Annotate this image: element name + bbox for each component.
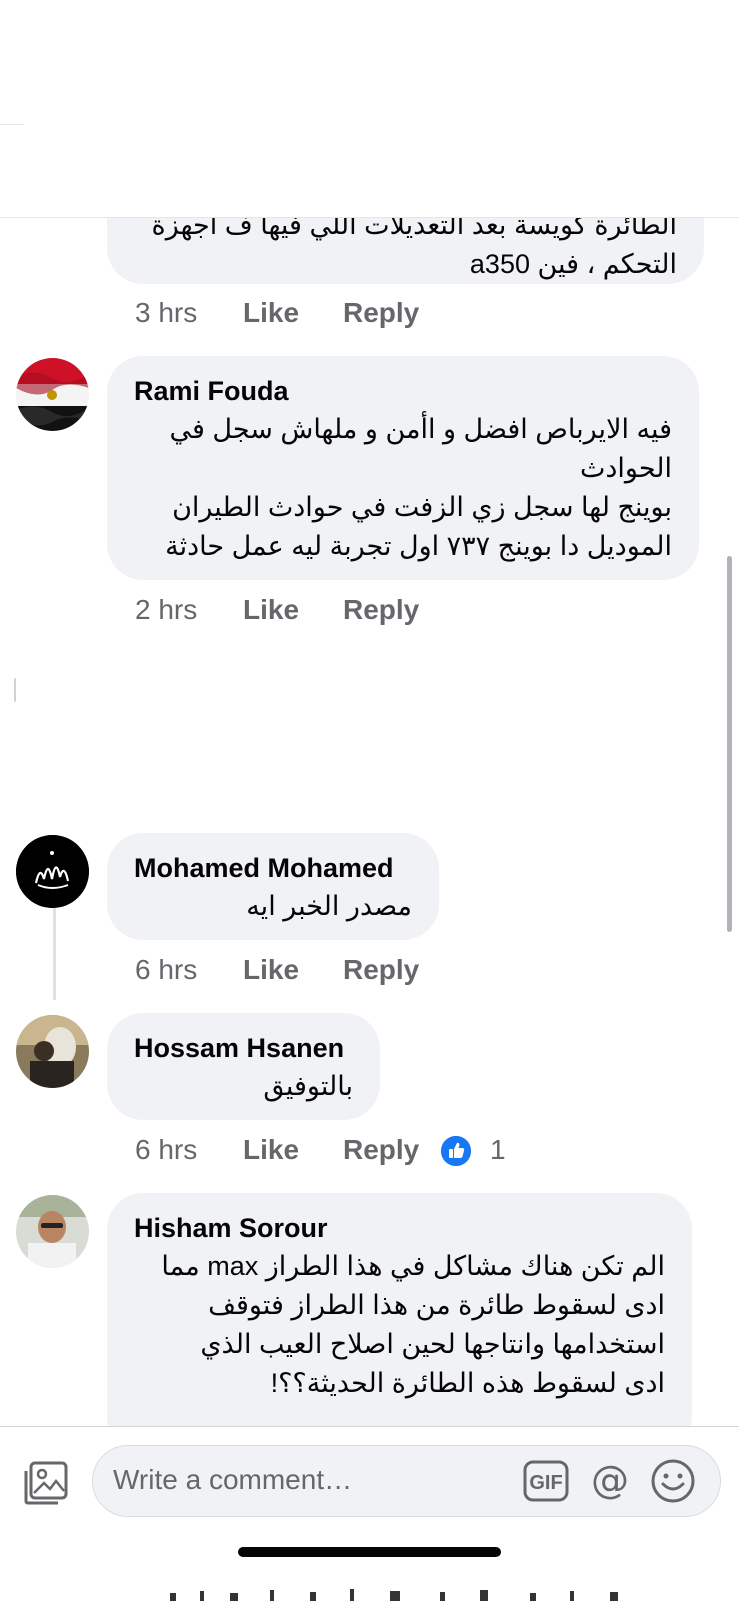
gif-label: GIF	[529, 1472, 562, 1494]
thread-line	[53, 908, 56, 1000]
emoji-icon[interactable]	[650, 1458, 696, 1504]
loading-indicator	[14, 678, 20, 702]
comments-feed[interactable]: الطائرة كويسة بعد التعديلات اللي فيها ف …	[0, 218, 739, 1426]
home-indicator[interactable]	[238, 1547, 501, 1557]
photo-icon[interactable]	[22, 1459, 70, 1507]
comment-author[interactable]: Hisham Sorour	[134, 1213, 328, 1244]
header-area	[0, 0, 739, 218]
comment-placeholder: Write a comment…	[113, 1464, 353, 1495]
comment-input[interactable]: Write a comment… GIF @	[92, 1445, 721, 1517]
avatar[interactable]	[16, 1195, 89, 1268]
gif-icon[interactable]: GIF	[523, 1460, 569, 1502]
like-button[interactable]: Like	[243, 594, 299, 626]
comment-time: 3 hrs	[135, 297, 198, 328]
at-label: @	[591, 1458, 629, 1502]
comment-text: بالتوفيق	[263, 1071, 353, 1101]
comment-time: 2 hrs	[135, 594, 198, 625]
reply-button[interactable]: Reply	[343, 954, 419, 986]
comment-text: الم تكن هناك مشاكل في هذا الطراز max مما…	[161, 1251, 665, 1398]
avatar[interactable]	[16, 1015, 89, 1088]
comment-text: مصدر الخبر ايه	[246, 891, 412, 921]
scrollbar[interactable]	[727, 556, 732, 932]
keyboard-edge	[160, 1585, 640, 1601]
comment-bubble[interactable]: Hisham Sorour الم تكن هناك مشاكل في هذا …	[107, 1193, 692, 1426]
avatar[interactable]	[16, 835, 89, 908]
comment-text: فيه الايرباص افضل و اأمن و ملهاش سجل في …	[165, 414, 672, 561]
comment-composer: Write a comment… GIF @	[0, 1426, 739, 1601]
comment-author[interactable]: Hossam Hsanen	[134, 1033, 344, 1064]
comment-time: 6 hrs	[135, 954, 198, 985]
comment-bubble[interactable]: الطائرة كويسة بعد التعديلات اللي فيها ف …	[107, 218, 704, 284]
comment-author[interactable]: Rami Fouda	[134, 376, 289, 407]
comment-bubble[interactable]: Hossam Hsanen بالتوفيق	[107, 1013, 380, 1120]
thumbs-up-icon[interactable]	[441, 1136, 471, 1166]
reply-button[interactable]: Reply	[343, 297, 419, 329]
comment-author[interactable]: Mohamed Mohamed	[134, 853, 394, 884]
avatar[interactable]	[16, 358, 89, 431]
like-button[interactable]: Like	[243, 954, 299, 986]
reaction-count[interactable]: 1	[490, 1134, 506, 1166]
comment-text: الطائرة كويسة بعد التعديلات اللي فيها ف …	[151, 218, 677, 279]
comment-bubble[interactable]: Rami Fouda فيه الايرباص افضل و اأمن و مل…	[107, 356, 699, 580]
reply-button[interactable]: Reply	[343, 1134, 419, 1166]
comment-bubble[interactable]: Mohamed Mohamed مصدر الخبر ايه	[107, 833, 439, 940]
at-icon[interactable]: @	[587, 1458, 633, 1504]
like-button[interactable]: Like	[243, 297, 299, 329]
like-button[interactable]: Like	[243, 1134, 299, 1166]
divider	[0, 124, 24, 125]
reply-button[interactable]: Reply	[343, 594, 419, 626]
comment-time: 6 hrs	[135, 1134, 198, 1165]
